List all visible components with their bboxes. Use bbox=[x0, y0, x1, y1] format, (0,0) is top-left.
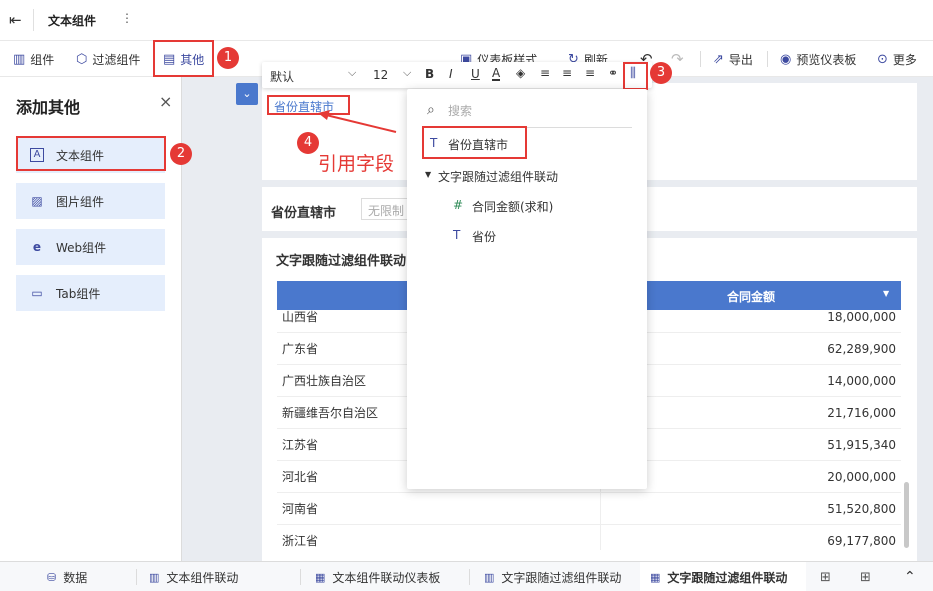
tab-text-linkage-dashboard-label: 文本组件联动仪表板 bbox=[332, 570, 441, 585]
add-component-tab-button[interactable]: ⊞ bbox=[820, 562, 831, 591]
underline-icon[interactable]: U bbox=[471, 67, 480, 81]
dropdown-item-province[interactable]: 省份 bbox=[472, 228, 496, 245]
search-input[interactable]: 搜索 bbox=[448, 102, 472, 119]
dropdown-item-selected[interactable]: T 省份直辖市 bbox=[422, 126, 527, 159]
number-field-icon: # bbox=[453, 198, 464, 212]
align-left-icon[interactable]: ≡ bbox=[540, 66, 550, 80]
tab-text-follow-filter[interactable]: ▥ 文字跟随过滤组件联动 bbox=[484, 562, 621, 591]
highlight-box-3 bbox=[623, 62, 648, 90]
step-badge-4: 4 bbox=[297, 132, 319, 154]
italic-icon[interactable]: I bbox=[449, 67, 453, 81]
text-format-toolbar: 默认 ⌵ 12 ⌵ B I U A ◈ ≡ ≡ ≡ ⚭ ⫼ bbox=[262, 62, 652, 88]
selected-field-label: 省份直辖市 bbox=[448, 138, 509, 152]
chart-tab-icon: ▥ bbox=[484, 570, 495, 584]
chart-tab-icon: ▥ bbox=[149, 570, 160, 584]
divider bbox=[136, 569, 137, 585]
fill-color-icon[interactable]: ◈ bbox=[516, 66, 525, 80]
tab-text-linkage[interactable]: ▥ 文本组件联动 bbox=[149, 562, 238, 591]
tab-text-linkage-dashboard[interactable]: ▦ 文本组件联动仪表板 bbox=[315, 562, 440, 591]
chevron-up-icon: ⌃ bbox=[904, 569, 916, 585]
link-icon[interactable]: ⚭ bbox=[608, 66, 618, 80]
tab-text-follow-filter-active[interactable]: ▦ 文字跟随过滤组件联动 bbox=[650, 562, 787, 591]
dropdown-item-amount[interactable]: 合同金额(求和) bbox=[472, 198, 553, 215]
text-field-icon: T bbox=[430, 136, 438, 150]
font-select[interactable]: 默认 bbox=[270, 68, 294, 85]
tab-data-label: 数据 bbox=[63, 570, 88, 585]
field-dropdown: ⌕ 搜索 T 省份直辖市 ▼ 文字跟随过滤组件联动 # 合同金额(求和) T 省… bbox=[407, 89, 647, 489]
font-size-select[interactable]: 12 bbox=[373, 68, 388, 82]
collapse-tabs-button[interactable]: ⌃ bbox=[904, 562, 916, 591]
group-caret-icon[interactable]: ▼ bbox=[425, 170, 431, 179]
tab-data[interactable]: ⛁ 数据 bbox=[47, 562, 87, 591]
search-icon: ⌕ bbox=[427, 102, 435, 118]
add-dashboard-tab-button[interactable]: ⊞ bbox=[860, 562, 871, 591]
align-right-icon[interactable]: ≡ bbox=[585, 66, 595, 80]
tab-active-label: 文字跟随过滤组件联动 bbox=[667, 570, 788, 585]
size-chevron-icon[interactable]: ⌵ bbox=[403, 66, 411, 80]
sheet-tab-bar: ⛁ 数据 ▥ 文本组件联动 ▦ 文本组件联动仪表板 ▥ 文字跟随过滤组件联动 ▦ 文字跟随… bbox=[0, 561, 933, 591]
dashboard-tab-icon: ▦ bbox=[650, 570, 661, 584]
tab-text-linkage-label: 文本组件联动 bbox=[166, 570, 239, 585]
step-badge-3: 3 bbox=[650, 62, 672, 84]
annotation-label: 引用字段 bbox=[318, 153, 395, 175]
dashboard-tab-icon: ▦ bbox=[315, 570, 326, 584]
dropdown-group-label[interactable]: 文字跟随过滤组件联动 bbox=[438, 168, 558, 185]
divider bbox=[300, 569, 301, 585]
font-chevron-icon[interactable]: ⌵ bbox=[348, 66, 356, 80]
database-icon: ⛁ bbox=[47, 570, 57, 584]
bold-icon[interactable]: B bbox=[425, 67, 434, 81]
tab-text-follow-filter-label: 文字跟随过滤组件联动 bbox=[501, 570, 622, 585]
add-dashboard-icon: ⊞ bbox=[860, 569, 871, 585]
divider bbox=[469, 569, 470, 585]
text-field-icon: T bbox=[453, 228, 461, 242]
align-center-icon[interactable]: ≡ bbox=[562, 66, 572, 80]
font-color-icon[interactable]: A bbox=[492, 67, 501, 81]
add-chart-icon: ⊞ bbox=[820, 569, 831, 585]
